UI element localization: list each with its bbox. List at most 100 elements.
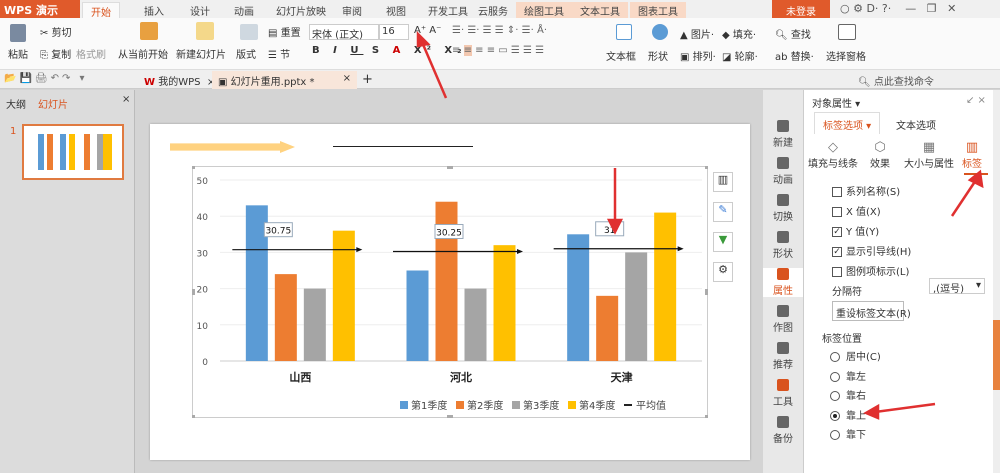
copy-button[interactable]: ⎘ 复制 <box>40 46 71 61</box>
find-button[interactable]: 🔍︎ 查找 <box>775 26 811 41</box>
tab-slides[interactable]: 幻灯片 <box>38 96 68 111</box>
label-option-checkbox[interactable]: X 值(X) <box>832 203 881 218</box>
radio-button[interactable] <box>830 410 840 421</box>
side-toolbar-item[interactable]: 形状 <box>763 231 803 260</box>
panel-subtab[interactable]: ◇ 填充与线条 <box>808 140 858 170</box>
reset-label-text-button[interactable]: 重设标签文本(R) <box>832 301 911 321</box>
outline-button[interactable]: ◪ 轮廓· <box>722 48 758 63</box>
login-button[interactable]: 未登录 <box>772 0 830 18</box>
label-option-checkbox[interactable]: 系列名称(S) <box>832 183 900 198</box>
checkbox-box[interactable] <box>832 267 842 277</box>
side-toolbar-item[interactable]: 作图 <box>763 305 803 334</box>
menu-tab[interactable]: 开始 <box>82 2 120 19</box>
slide-thumbnail[interactable] <box>22 124 124 180</box>
radio-button[interactable] <box>830 352 840 362</box>
label-position-radio[interactable]: 靠右 <box>830 387 866 402</box>
quick-access-icons[interactable]: 📂💾🖨↶↷ ▾ <box>4 73 88 84</box>
shape-button[interactable]: 形状 <box>648 48 668 63</box>
help-button[interactable]: ? <box>882 2 888 15</box>
tab-document[interactable]: ▣ 幻灯片重用.pptx * × <box>212 71 357 89</box>
label-option-checkbox[interactable]: ✓ 显示引导线(H) <box>832 243 911 258</box>
minimize-button[interactable]: — <box>905 2 916 15</box>
tab-outline[interactable]: 大纲 <box>6 96 26 111</box>
side-toolbar-item[interactable]: 工具 <box>763 379 803 408</box>
checkbox-box[interactable]: ✓ <box>832 227 842 237</box>
menu-tab[interactable]: 动画 <box>226 2 262 18</box>
checkbox-box[interactable] <box>832 187 842 197</box>
chart-elements-button[interactable]: ▥ <box>713 172 733 192</box>
label-position-radio[interactable]: 靠下 <box>830 426 866 441</box>
side-toolbar-item[interactable]: 备份 <box>763 416 803 445</box>
radio-button[interactable] <box>830 430 840 440</box>
tab-text-options[interactable]: 文本选项 <box>896 117 936 132</box>
picture-button[interactable]: ▲ 图片· <box>680 26 714 41</box>
menu-tab[interactable]: 幻灯片放映 <box>268 2 334 18</box>
arrow-shape[interactable] <box>170 141 295 153</box>
menu-tab[interactable]: 图表工具 <box>630 2 686 18</box>
panel-subtab[interactable]: ▥ 标签 <box>962 140 982 170</box>
label-option-checkbox[interactable]: ✓ Y 值(Y) <box>832 223 879 238</box>
close-panel-button[interactable]: × <box>122 94 130 105</box>
side-toolbar-item[interactable]: 属性 <box>763 268 803 297</box>
radio-button[interactable] <box>830 371 840 382</box>
search-command[interactable]: 🔍︎ 点此查找命令 <box>858 73 934 88</box>
cut-button[interactable]: ✂ 剪切 <box>40 24 72 39</box>
panel-close-button[interactable]: ↙ × <box>966 95 986 106</box>
new-slide-button[interactable]: 新建幻灯片 <box>176 46 226 61</box>
menu-tab[interactable]: 绘图工具 <box>516 2 572 18</box>
app-logo[interactable]: WPS 演示 <box>0 0 80 18</box>
new-tab-button[interactable]: + <box>362 72 373 87</box>
font-size-select[interactable]: 16 <box>379 24 409 40</box>
layout-button[interactable]: 版式 <box>236 46 256 61</box>
restore-button[interactable]: ❐ <box>927 2 937 15</box>
separator-select[interactable]: ,(逗号) ▾ <box>929 278 985 295</box>
close-button[interactable]: ✕ <box>947 2 956 15</box>
increase-font-icon[interactable]: A⁺ A⁻ <box>414 25 441 36</box>
menu-tab[interactable]: 设计 <box>182 2 218 18</box>
list-buttons[interactable]: ☰· ☰· ☰ ☰ ⇕· ☰· Å· <box>452 25 547 36</box>
side-toolbar-item[interactable]: 切换 <box>763 194 803 223</box>
chart-style-button[interactable]: ✎ <box>713 202 733 222</box>
radio-button[interactable] <box>830 391 840 401</box>
slide-canvas[interactable]: 0 10 20 30 40 50 30.75 山西 30.25 河北 31 天津 第1季度 第2季度 第3季… <box>150 124 750 460</box>
menu-tab[interactable]: 云服务 <box>470 2 516 18</box>
label-option-checkbox[interactable]: 图例项标示(L) <box>832 263 909 278</box>
panel-title[interactable]: 对象属性 ▾ <box>812 95 860 110</box>
menu-tab[interactable]: 插入 <box>136 2 172 18</box>
chart[interactable]: 0 10 20 30 40 50 30.75 山西 30.25 河北 31 天津第1季度 第2季度 第3季… <box>192 166 708 418</box>
section-button[interactable]: ☰ 节 <box>268 46 290 61</box>
paste-button[interactable]: 粘贴 <box>8 46 28 61</box>
chart-settings-button[interactable]: ⚙ <box>713 262 733 282</box>
format-buttons[interactable]: B I U S A X² X₂ <box>312 45 467 56</box>
panel-subtab[interactable]: ⬡ 效果 <box>870 140 890 170</box>
from-current-button[interactable]: 从当前开始 <box>118 46 168 61</box>
menu-tab[interactable]: 审阅 <box>334 2 370 18</box>
format-painter-button[interactable]: 格式刷 <box>76 46 106 61</box>
textbox-button[interactable]: 文本框 <box>606 48 636 63</box>
side-toolbar-item[interactable]: 新建 <box>763 120 803 149</box>
panel-subtab[interactable]: ▦ 大小与属性 <box>904 140 954 170</box>
fill-button[interactable]: ◆ 填充· <box>722 26 756 41</box>
panel-scrollbar[interactable] <box>993 90 1000 473</box>
checkbox-box[interactable]: ✓ <box>832 247 842 257</box>
label-position-radio[interactable]: 居中(C) <box>830 348 881 363</box>
window-controls[interactable]: ○ ⚙ D· ?· — ❐ ✕ <box>840 2 956 15</box>
replace-button[interactable]: ab 替换· <box>775 48 814 63</box>
arrange-button[interactable]: ▣ 排列· <box>680 48 716 63</box>
side-toolbar-item[interactable]: 动画 <box>763 157 803 186</box>
label-position-radio[interactable]: 靠左 <box>830 368 866 383</box>
arrow-line[interactable] <box>333 146 473 147</box>
menu-tab[interactable]: 文本工具 <box>572 2 628 18</box>
font-select[interactable]: 宋体 (正文) <box>309 24 379 41</box>
chart-filter-button[interactable]: ▼ <box>713 232 733 252</box>
reset-button[interactable]: ▤ 重置 <box>268 24 301 39</box>
select-pane-button[interactable]: 选择窗格 <box>826 48 866 63</box>
tab-label-options[interactable]: 标签选项 ▾ <box>814 112 880 134</box>
menu-tab[interactable]: 开发工具 <box>420 2 476 18</box>
checkbox-box[interactable] <box>832 207 842 217</box>
label-position-radio[interactable]: 靠上 <box>830 407 866 422</box>
side-toolbar-item[interactable]: 推荐 <box>763 342 803 371</box>
tab-my-wps[interactable]: W 我的WPS × <box>138 71 221 89</box>
menu-tab[interactable]: 视图 <box>378 2 414 18</box>
align-buttons[interactable]: ≡ ≡ ≡ ≡ ▭ ☰ ☰ ☰ <box>452 45 544 56</box>
